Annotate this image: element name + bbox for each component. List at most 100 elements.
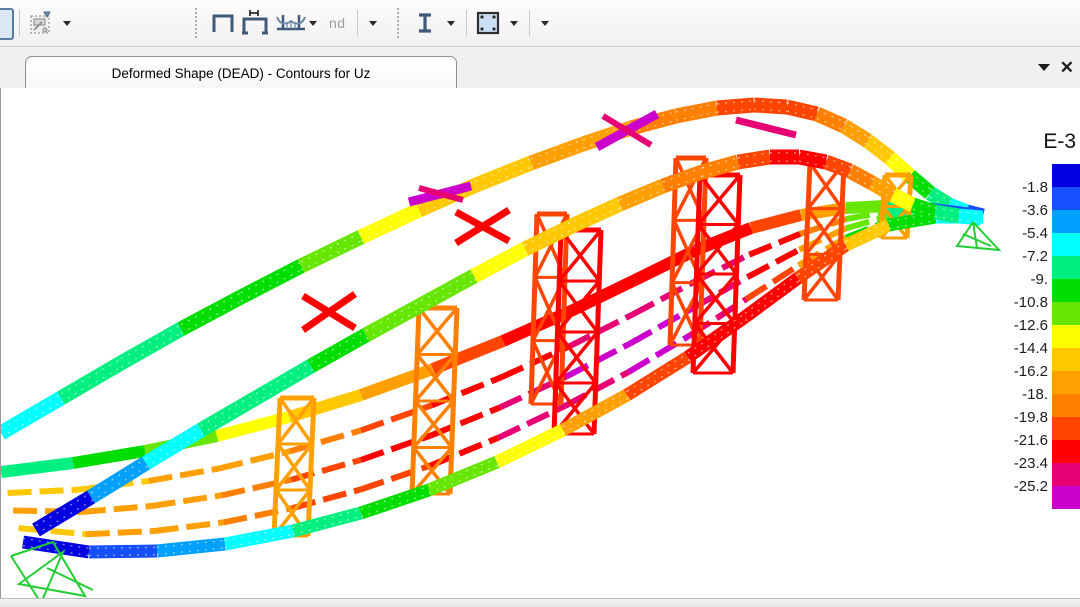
toolbar-dropdown-icon[interactable]	[541, 21, 549, 26]
deck-chord-near	[225, 531, 293, 544]
arch-rib-far	[868, 141, 890, 158]
toolbar-separator	[357, 10, 358, 36]
clipped-icon[interactable]	[0, 8, 14, 40]
arch-rib-far	[787, 107, 817, 114]
tab-title: Deformed Shape (DEAD) - Contours for Uz	[112, 66, 371, 81]
deck-chord-near	[429, 462, 497, 490]
legend-value-label: -10.8	[1002, 294, 1048, 311]
bridge-template-button[interactable]	[240, 6, 272, 40]
suspension-bridge-template-icon	[274, 7, 308, 39]
legend-value-label: -9.	[1002, 271, 1048, 288]
legend-color-band	[1052, 348, 1080, 371]
arch-rib-far	[531, 144, 583, 163]
arch-rib-far	[476, 163, 531, 185]
legend-value-label: -18.	[1002, 386, 1048, 403]
toolbar-grip	[195, 8, 201, 38]
legend-color-band	[1052, 440, 1080, 463]
display-options-dropdown-icon[interactable]	[63, 21, 71, 26]
arch-rib-near	[893, 195, 913, 205]
legend-exponent-label: E-3	[1016, 130, 1076, 154]
display-options-button[interactable]	[26, 6, 56, 40]
display-options-icon	[27, 9, 55, 37]
contour-legend-bar	[1052, 164, 1080, 509]
chevron-down-icon[interactable]	[1038, 64, 1050, 71]
portal-frame-template-icon	[208, 8, 238, 38]
arch-rib-near	[850, 171, 872, 183]
arch-rib-near	[738, 157, 770, 162]
arch-rib-far	[754, 105, 787, 107]
arch-rib-near	[474, 249, 525, 276]
arch-rib-near	[702, 162, 738, 172]
arch-rib-near	[663, 172, 702, 186]
arch-rib-far	[717, 105, 754, 108]
bridge-template-dropdown-icon[interactable]	[309, 21, 317, 26]
arch-rib-near	[311, 335, 366, 366]
portal-frame-template-button[interactable]	[208, 6, 238, 40]
toolbar-separator	[19, 10, 20, 36]
legend-value-label: -12.6	[1002, 317, 1048, 334]
legend-value-label: -19.8	[1002, 409, 1048, 426]
disabled-toolbar-label: nd	[323, 15, 352, 31]
deck-chord-far	[1, 463, 73, 472]
deck-stringer	[8, 490, 78, 493]
tab-deformed-shape[interactable]: Deformed Shape (DEAD) - Contours for Uz	[25, 56, 457, 89]
legend-value-label: -25.2	[1002, 478, 1048, 495]
legend-color-band	[1052, 325, 1080, 348]
arch-rib-near	[872, 183, 893, 195]
toolbar-separator	[466, 10, 467, 36]
legend-color-band	[1052, 486, 1080, 509]
deck-chord-far	[846, 206, 886, 208]
arch-rib-far	[181, 297, 241, 329]
arch-rib-far	[676, 108, 717, 116]
legend-color-band	[1052, 210, 1080, 233]
arch-rib-far	[844, 126, 868, 141]
frame-section-icon	[473, 8, 503, 38]
deck-stringer	[223, 508, 292, 522]
legend-value-label: -1.8	[1002, 179, 1048, 196]
legend-value-label: -5.4	[1002, 225, 1048, 242]
arch-rib-near	[574, 204, 620, 225]
toolbar: nd	[0, 0, 1080, 47]
legend-color-band	[1052, 256, 1080, 279]
i-section-dropdown-icon[interactable]	[447, 21, 455, 26]
legend-value-label: -23.4	[1002, 455, 1048, 472]
bottom-scroll-strip	[0, 598, 1080, 607]
arch-rib-far	[301, 237, 361, 266]
i-section-icon	[411, 9, 439, 37]
toolbar-dropdown-icon[interactable]	[369, 21, 377, 26]
arch-rib-near	[256, 366, 311, 398]
deck-stringer	[149, 468, 220, 481]
arch-rib-near	[826, 162, 850, 171]
legend-value-label: -21.6	[1002, 432, 1048, 449]
deck-chord-far	[751, 215, 801, 228]
suspension-bridge-template-button[interactable]	[274, 6, 308, 40]
arch-sway-frame	[736, 120, 796, 135]
arch-rib-far	[1, 398, 61, 433]
legend-value-label: -3.6	[1002, 202, 1048, 219]
arch-rib-near	[620, 186, 663, 204]
arch-rib-far	[61, 363, 121, 398]
support-symbol-right	[957, 222, 999, 250]
close-icon[interactable]: ✕	[1060, 59, 1074, 76]
toolbar-separator	[529, 10, 530, 36]
deck-chord-far	[73, 451, 145, 463]
deck-stringer	[155, 522, 224, 531]
deck-stringer	[86, 531, 155, 534]
legend-value-label: -14.4	[1002, 340, 1048, 357]
arch-rib-far	[121, 329, 181, 363]
arch-rib-near	[366, 305, 421, 335]
bridge-template-icon	[240, 7, 272, 39]
arch-rib-far	[241, 266, 301, 297]
toolbar-grip	[397, 8, 403, 38]
arch-rib-near	[959, 216, 981, 218]
legend-color-band	[1052, 394, 1080, 417]
arch-rib-far	[361, 210, 419, 237]
frame-section-dropdown-icon[interactable]	[510, 21, 518, 26]
frame-section-button[interactable]	[473, 6, 503, 40]
deck-stringer	[82, 506, 152, 512]
legend-color-band	[1052, 417, 1080, 440]
i-section-button[interactable]	[410, 6, 440, 40]
legend-color-band	[1052, 164, 1080, 187]
model-view-canvas[interactable]	[0, 88, 1080, 598]
arch-rib-near	[935, 212, 959, 216]
